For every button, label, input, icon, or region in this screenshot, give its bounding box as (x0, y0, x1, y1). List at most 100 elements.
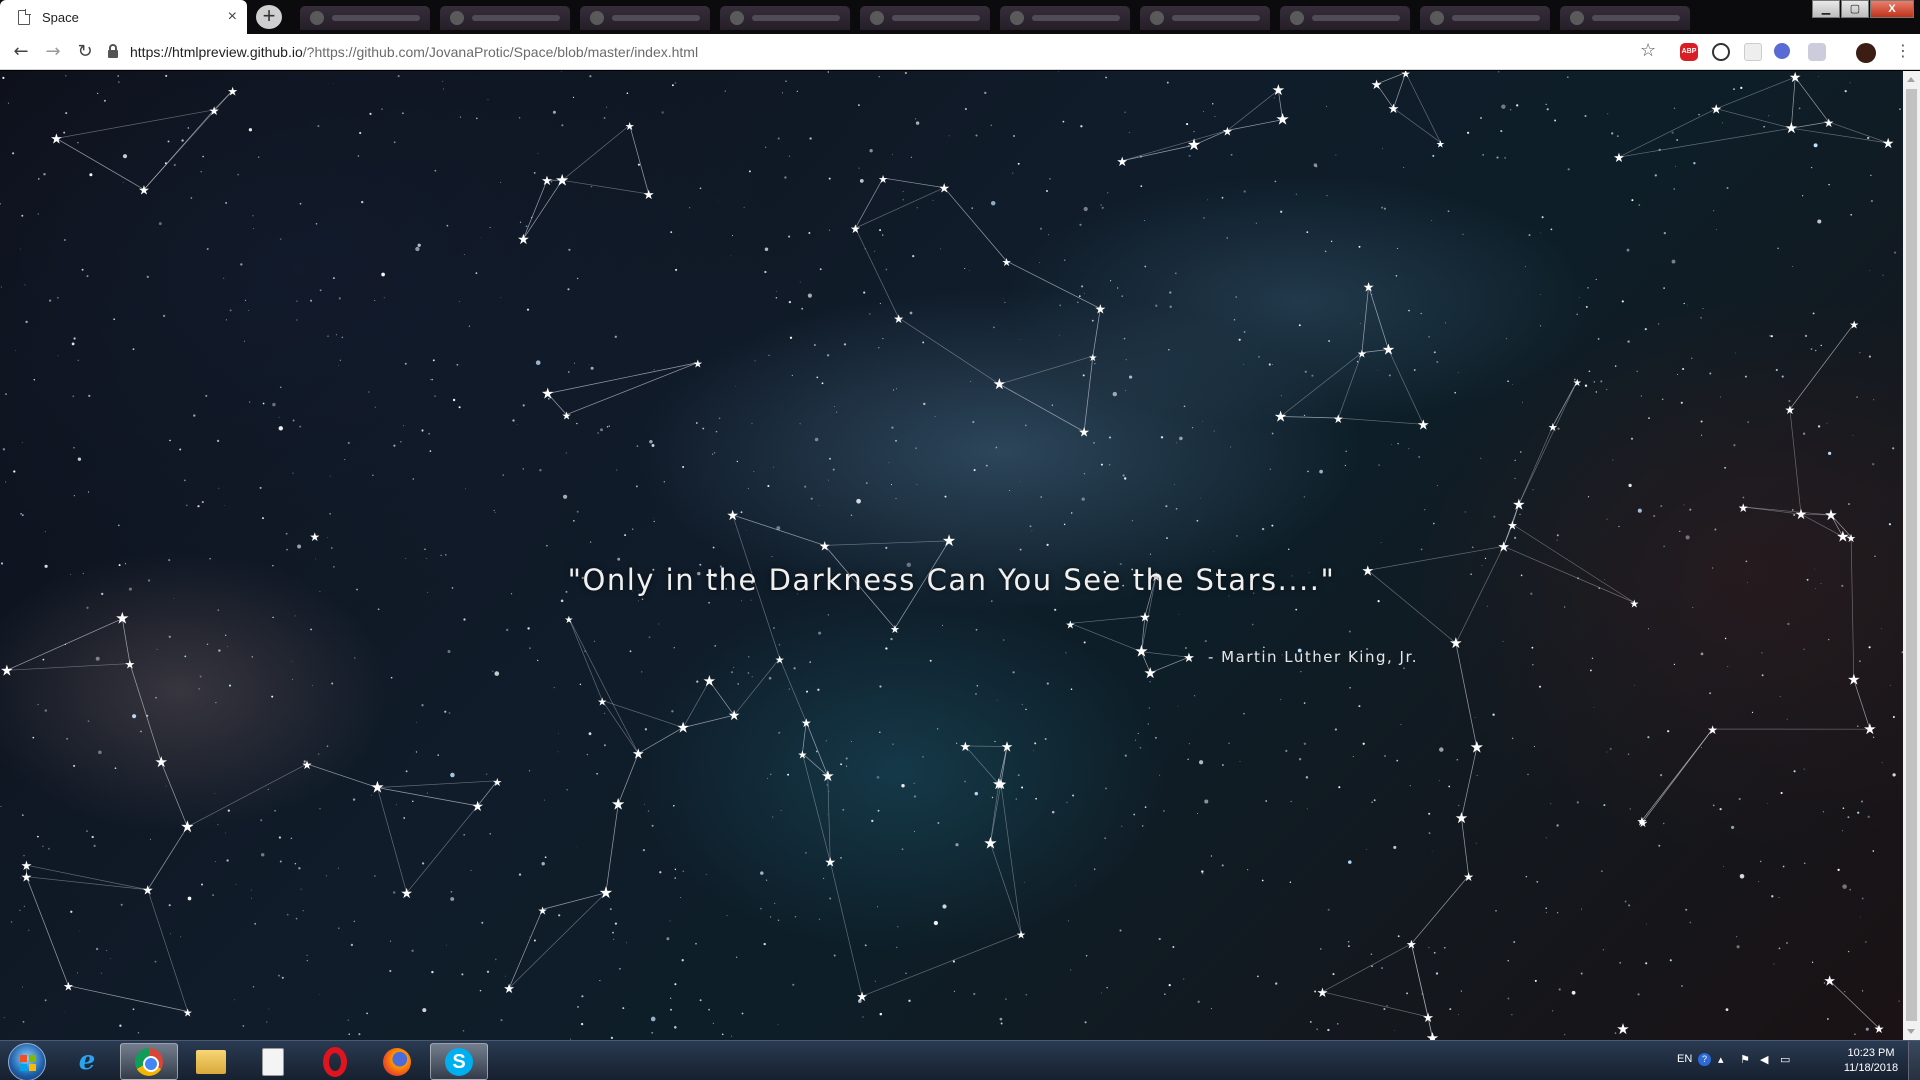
taskbar-internet-explorer[interactable]: e (58, 1043, 116, 1080)
taskbar-file-explorer[interactable] (182, 1043, 240, 1080)
vertical-scrollbar[interactable] (1903, 71, 1920, 1040)
profile-avatar[interactable] (1856, 43, 1876, 63)
extension-icon[interactable] (1808, 43, 1826, 61)
background-star (36, 835, 39, 838)
background-tab[interactable] (1420, 6, 1550, 30)
tab-title-blurred (1452, 15, 1540, 21)
background-star (1787, 622, 1790, 626)
language-indicator[interactable]: EN (1677, 1053, 1692, 1065)
background-star (809, 137, 812, 140)
bookmark-star-icon[interactable]: ☆ (1640, 40, 1656, 61)
background-star (1184, 647, 1187, 649)
background-tab[interactable] (1140, 6, 1270, 30)
background-star (1330, 240, 1333, 243)
background-star (1736, 945, 1740, 949)
back-button[interactable]: ← (10, 41, 32, 63)
background-star (1532, 664, 1534, 666)
scroll-thumb[interactable] (1906, 89, 1917, 1021)
minimize-button[interactable]: ▁ (1812, 0, 1840, 18)
start-button[interactable] (8, 1043, 46, 1080)
constellation-star-icon: ★ (728, 708, 741, 724)
taskbar-opera[interactable] (306, 1043, 364, 1080)
background-star (789, 336, 793, 339)
adblock-plus-icon[interactable]: ABP (1680, 43, 1698, 61)
background-tab[interactable] (580, 6, 710, 30)
extension-icon[interactable] (1712, 43, 1730, 61)
background-star (1567, 168, 1570, 171)
background-tab[interactable] (440, 6, 570, 30)
background-tab[interactable] (1280, 6, 1410, 30)
background-star (1307, 470, 1309, 473)
background-star (953, 990, 955, 992)
constellation-star-icon: ★ (492, 776, 502, 789)
background-star (1802, 195, 1804, 197)
background-star (1201, 420, 1203, 422)
help-icon[interactable]: ? (1698, 1053, 1711, 1066)
scroll-up-icon[interactable] (1907, 77, 1915, 82)
background-star (1193, 130, 1195, 133)
background-star (856, 498, 861, 504)
background-star (865, 482, 868, 485)
tab-title-blurred (1312, 15, 1400, 21)
background-star (168, 635, 171, 638)
background-star (274, 809, 276, 812)
background-star (1287, 548, 1290, 551)
taskbar-skype[interactable]: S (430, 1043, 488, 1080)
maximize-button[interactable]: ▢ (1841, 0, 1869, 18)
background-tab[interactable] (860, 6, 990, 30)
taskbar-chrome[interactable] (120, 1043, 178, 1080)
background-star (823, 877, 825, 879)
browser-menu-icon[interactable]: ⋮ (1895, 41, 1911, 60)
volume-icon[interactable]: ◀ (1760, 1054, 1772, 1066)
forward-button[interactable]: → (42, 41, 64, 63)
background-star (561, 124, 564, 127)
background-star (913, 830, 915, 832)
taskbar-firefox[interactable] (368, 1043, 426, 1080)
background-star (294, 615, 296, 617)
network-icon[interactable]: ▭ (1780, 1054, 1792, 1066)
background-star (173, 598, 175, 599)
background-star (641, 671, 643, 673)
show-desktop-button[interactable] (1908, 1041, 1920, 1080)
close-window-button[interactable]: X (1870, 0, 1914, 18)
background-star (426, 792, 428, 794)
background-star (1198, 760, 1204, 765)
background-star (923, 402, 926, 406)
action-center-flag-icon[interactable]: ⚑ (1740, 1054, 1752, 1066)
background-star (1701, 747, 1703, 749)
background-star (1550, 228, 1553, 231)
background-tab[interactable] (300, 6, 430, 30)
background-star (1669, 959, 1672, 962)
extension-icon[interactable] (1774, 43, 1790, 59)
background-tab[interactable] (1000, 6, 1130, 30)
background-star (1124, 111, 1126, 113)
tray-expand-icon[interactable]: ▴ (1718, 1054, 1730, 1066)
new-tab-button[interactable]: + (256, 5, 282, 29)
background-star (1667, 730, 1670, 733)
background-star (66, 737, 69, 740)
reload-button[interactable]: ↻ (74, 41, 96, 63)
background-star (1480, 457, 1482, 459)
background-star (1681, 985, 1683, 987)
system-clock[interactable]: 10:23 PM 11/18/2018 (1836, 1046, 1906, 1076)
background-star (990, 124, 993, 127)
background-tab[interactable] (720, 6, 850, 30)
background-star (1872, 463, 1875, 466)
address-bar[interactable]: https://htmlpreview.github.io/?https://g… (108, 39, 1648, 65)
background-star (1324, 250, 1327, 253)
background-star (1593, 707, 1595, 708)
background-star (1576, 313, 1579, 316)
background-star (1472, 546, 1474, 548)
background-star (165, 74, 168, 77)
background-tab[interactable] (1560, 6, 1690, 30)
background-star (1002, 639, 1005, 641)
tab-close-icon[interactable]: × (228, 8, 237, 26)
background-star (1002, 298, 1004, 299)
scroll-down-icon[interactable] (1907, 1029, 1915, 1034)
taskbar-notepad[interactable] (244, 1043, 302, 1080)
background-star (705, 873, 707, 875)
tab-space[interactable]: Space × (0, 0, 247, 34)
background-star (132, 714, 137, 719)
background-star (1793, 770, 1796, 773)
extension-icon[interactable] (1744, 43, 1762, 61)
